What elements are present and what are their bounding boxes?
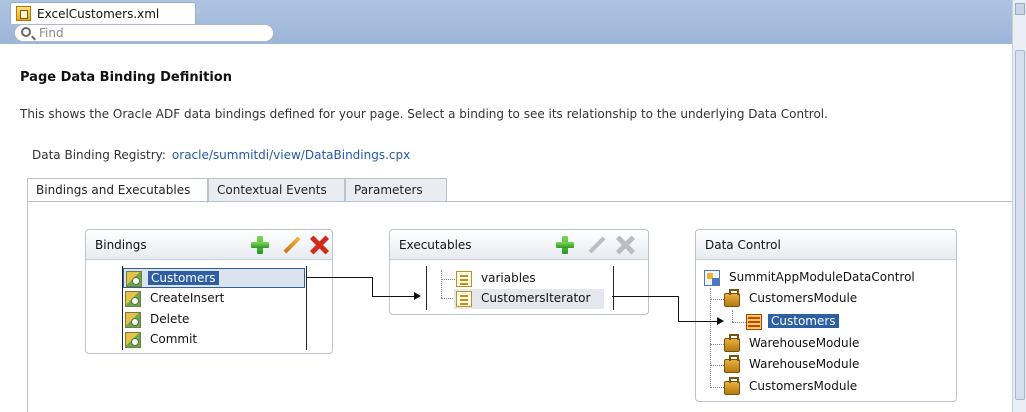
list-left-rule [426, 266, 427, 310]
executables-panel: Executables variables CustomersIterator [389, 229, 649, 315]
add-executable-plus-icon[interactable] [556, 236, 574, 254]
binding-icon [126, 271, 142, 287]
tree-line [732, 310, 733, 322]
bindings-header: Bindings [86, 230, 332, 260]
connector-line [678, 296, 679, 322]
editor-tab-strip: ExcelCustomers.xml × [0, 0, 1012, 44]
arrow-icon [717, 317, 724, 325]
module-icon [724, 334, 740, 352]
tab-excelcustomers[interactable]: ExcelCustomers.xml × [10, 2, 202, 24]
collection-icon [746, 314, 762, 330]
page-description: This shows the Oracle ADF data bindings … [20, 107, 828, 121]
binding-item-customers[interactable]: Customers [123, 268, 305, 288]
tree-item-customers[interactable]: Customers [744, 312, 854, 332]
bindings-panel: Bindings Customers CreateInsert Delete C… [85, 229, 333, 354]
scrollbar-thumb[interactable] [1015, 50, 1025, 400]
data-control-label: SummitAppModuleDataControl [729, 270, 915, 284]
binding-item-delete[interactable]: Delete [123, 310, 305, 330]
tree-item-customersmodule[interactable]: CustomersModule [722, 289, 922, 309]
tab-parameters[interactable]: Parameters [345, 178, 447, 202]
vertical-scrollbar[interactable] [1012, 0, 1026, 412]
delete-binding-x-icon[interactable] [310, 236, 328, 254]
iterator-icon [456, 291, 472, 307]
arrow-icon [414, 292, 421, 300]
tree-line [441, 270, 442, 298]
tree-item-warehousemodule[interactable]: WarehouseModule [722, 334, 922, 354]
registry-link[interactable]: oracle/summitdi/view/DataBindings.cpx [172, 148, 410, 162]
executables-header: Executables [390, 230, 648, 260]
connector-line [612, 296, 679, 297]
scroll-up-icon[interactable] [1015, 3, 1025, 15]
executable-item-customersiterator[interactable]: CustomersIterator [454, 289, 604, 309]
connector-line [678, 321, 718, 322]
module-icon [724, 377, 740, 395]
connector-line [306, 277, 373, 278]
tab-contextual-events[interactable]: Contextual Events [208, 178, 345, 202]
executable-label: variables [481, 271, 536, 285]
data-control-panel: Data Control SummitAppModuleDataControl … [695, 229, 957, 402]
module-icon [724, 289, 740, 307]
binding-icon [125, 312, 141, 328]
binding-label: CreateInsert [150, 291, 225, 305]
binding-item-createinsert[interactable]: CreateInsert [123, 289, 305, 309]
list-right-rule [306, 266, 307, 350]
list-right-rule [613, 266, 614, 310]
add-binding-plus-icon[interactable] [251, 236, 269, 254]
tree-line [441, 279, 455, 280]
registry-row: Data Binding Registry: oracle/summitdi/vi… [32, 148, 410, 162]
binding-label: Delete [150, 312, 190, 326]
executable-item-variables[interactable]: variables [454, 269, 604, 289]
tree-item-warehousemodule-2[interactable]: WarehouseModule [722, 355, 922, 375]
data-control-icon [704, 270, 720, 286]
tab-bindings-executables[interactable]: Bindings and Executables [27, 178, 208, 203]
tree-line [441, 298, 455, 299]
connector-line [372, 296, 416, 297]
binding-label: Commit [150, 332, 198, 346]
binding-icon [125, 332, 141, 348]
module-label: CustomersModule [749, 379, 858, 393]
data-control-root[interactable]: SummitAppModuleDataControl [702, 268, 942, 288]
collection-label: Customers [768, 314, 839, 328]
connector-line [372, 277, 373, 297]
page-title: Page Data Binding Definition [20, 70, 232, 85]
binding-label: Customers [148, 271, 219, 285]
executable-label: CustomersIterator [481, 291, 591, 305]
module-label: WarehouseModule [749, 336, 860, 350]
data-control-header: Data Control [696, 230, 956, 260]
tab-title: ExcelCustomers.xml [37, 7, 160, 21]
variables-icon [456, 271, 472, 287]
data-control-title: Data Control [705, 238, 781, 252]
close-icon[interactable]: × [193, 6, 202, 17]
search-icon [21, 27, 31, 37]
delete-executable-x-icon [616, 236, 634, 254]
executables-title: Executables [399, 238, 472, 252]
find-input[interactable] [39, 26, 259, 40]
tab-divider [27, 201, 1012, 202]
module-label: CustomersModule [749, 291, 858, 305]
find-bar [14, 24, 274, 42]
edit-executable-pencil-icon [588, 236, 606, 254]
registry-label: Data Binding Registry: [32, 148, 166, 162]
tree-item-customersmodule-2[interactable]: CustomersModule [722, 377, 922, 397]
module-label: WarehouseModule [749, 357, 860, 371]
binding-item-commit[interactable]: Commit [123, 330, 305, 350]
binding-icon [125, 291, 141, 307]
panel-left-border [27, 201, 28, 412]
bindings-title: Bindings [95, 238, 147, 252]
xml-file-icon [16, 6, 31, 21]
module-icon [724, 355, 740, 373]
tree-line [710, 288, 711, 388]
edit-binding-pencil-icon[interactable] [283, 236, 301, 254]
